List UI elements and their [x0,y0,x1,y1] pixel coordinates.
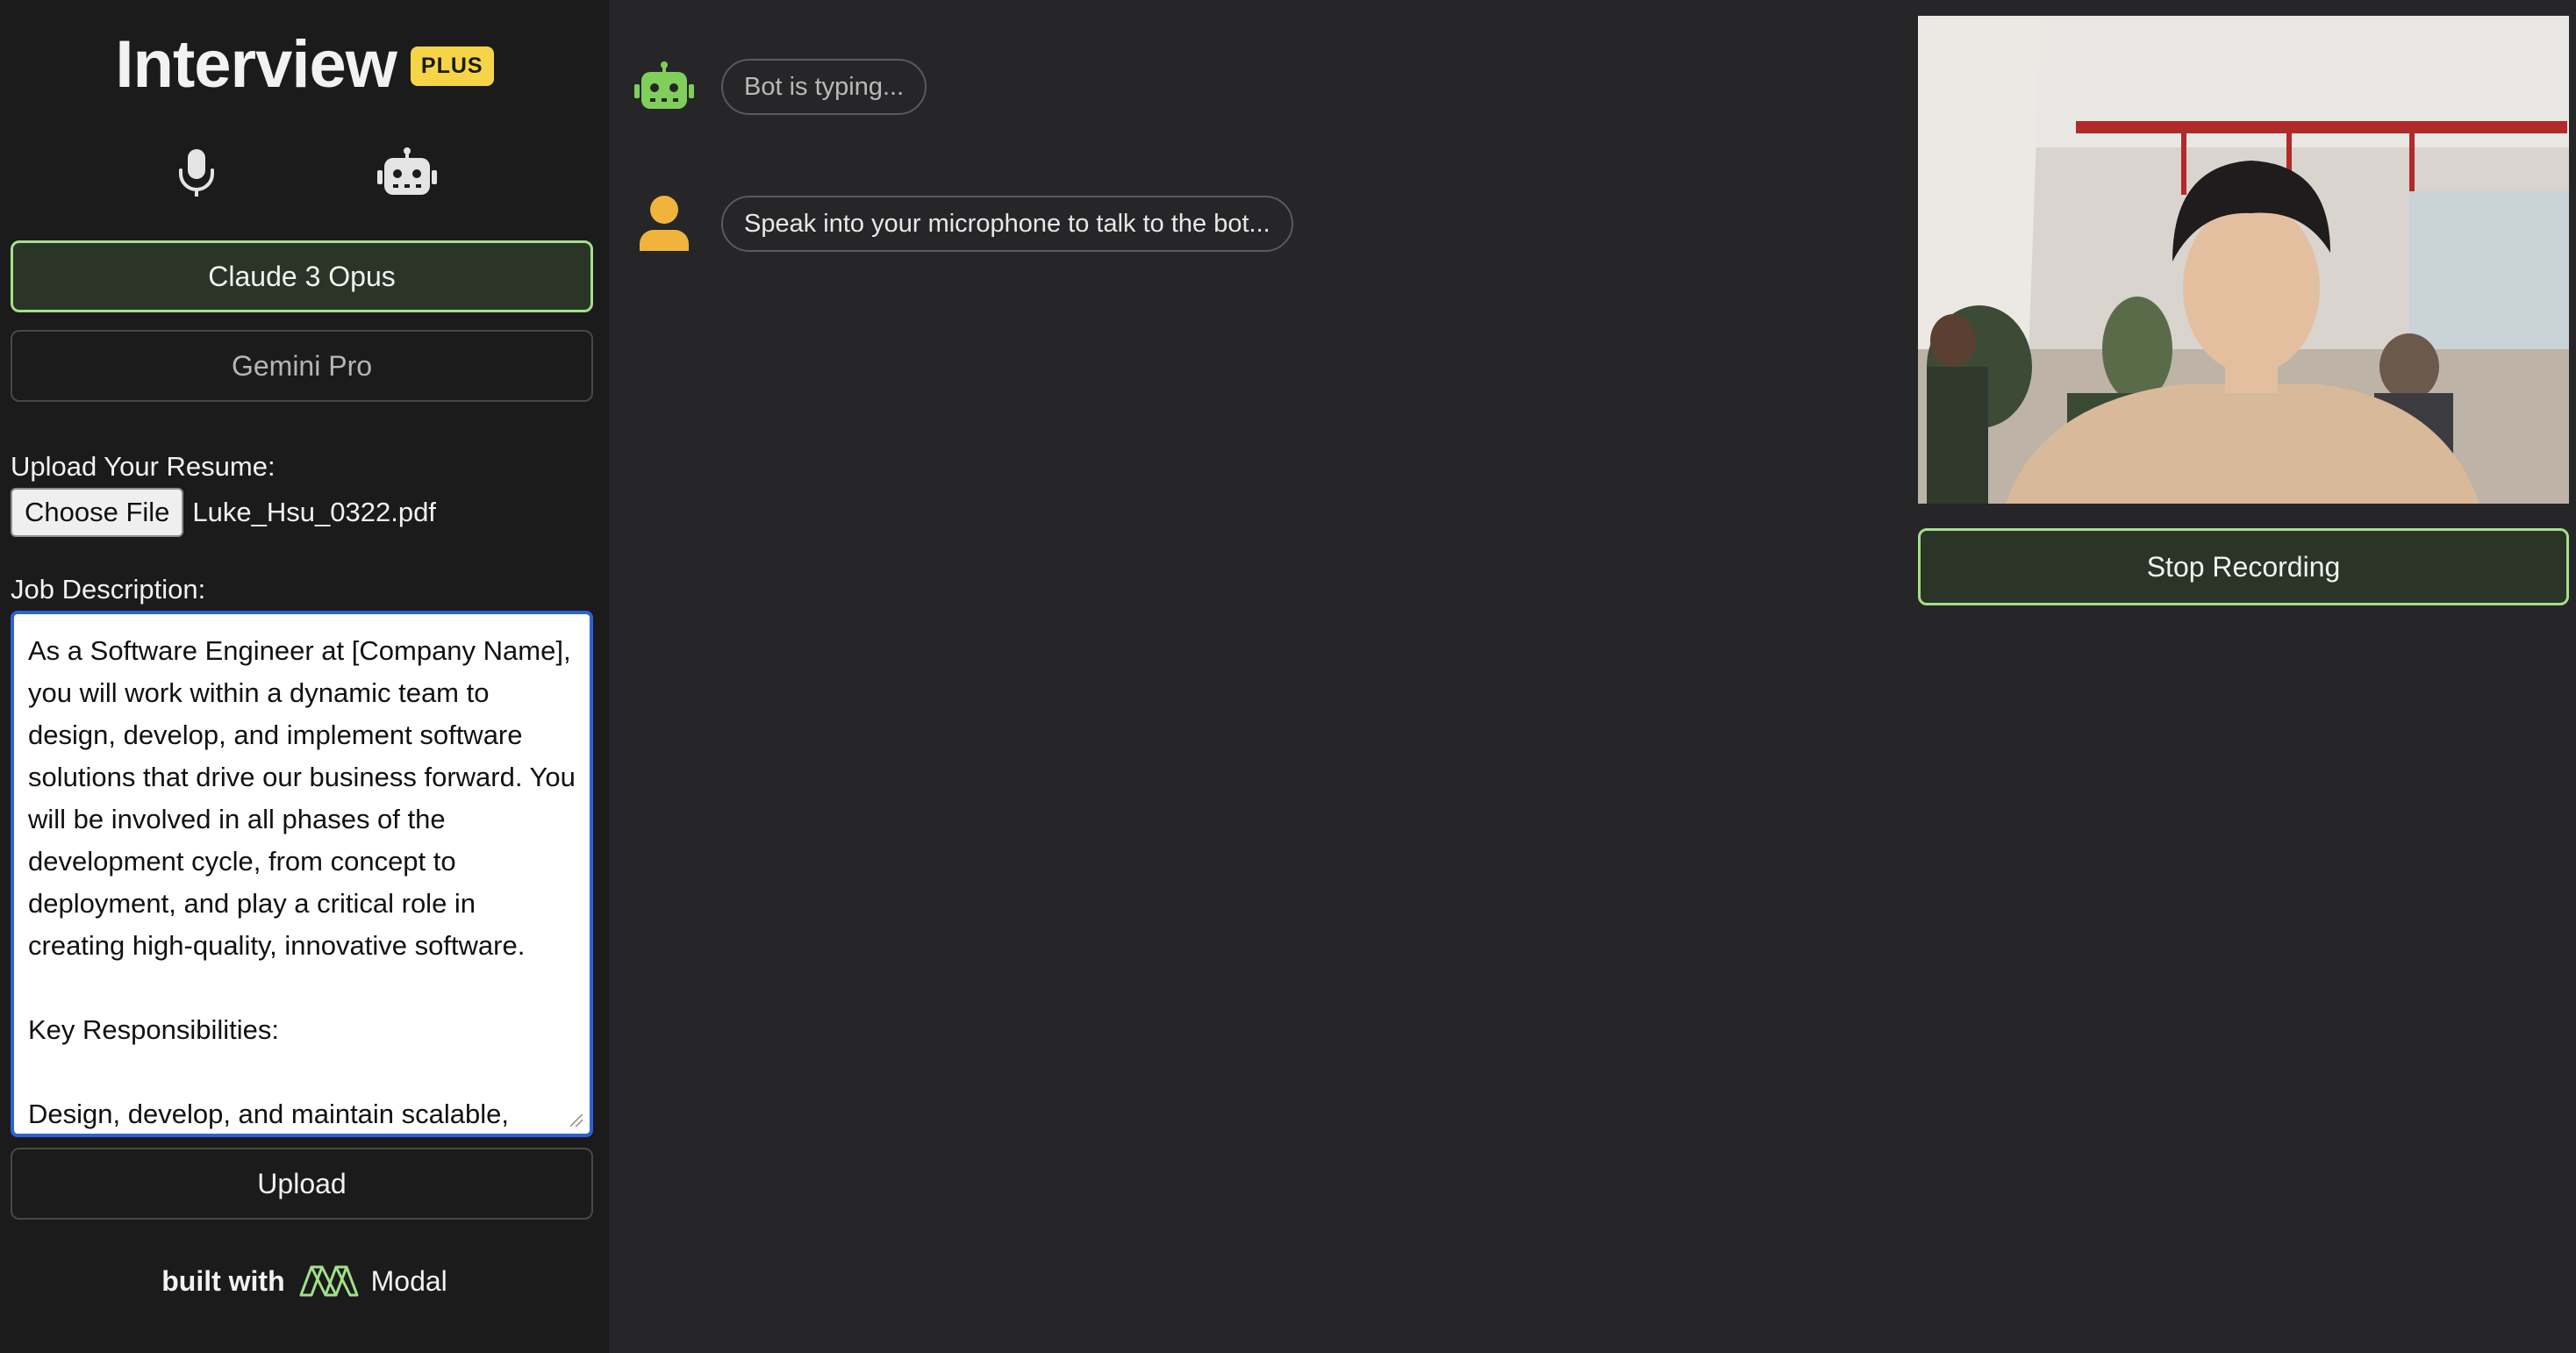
app-window: Interview PLUS Claude 3 Opus Gemini Pro … [0,0,2576,1353]
job-description-text: As a Software Engineer at [Company Name]… [28,635,576,1129]
resume-upload-label: Upload Your Resume: [11,451,275,482]
job-description-textarea[interactable]: As a Software Engineer at [Company Name]… [11,611,593,1137]
user-message-bubble: Speak into your microphone to talk to th… [721,196,1293,252]
built-with-text: built with [161,1264,285,1297]
bot-message-row: Bot is typing... [632,58,927,116]
modal-logo-icon [299,1265,359,1297]
plus-badge: PLUS [410,47,494,86]
footer: built with Modal [0,1264,609,1299]
app-title: Interview [115,27,397,102]
user-avatar-icon [632,195,697,253]
microphone-icon[interactable] [175,147,218,198]
resize-handle[interactable] [570,1114,583,1127]
job-description-label: Job Description: [11,574,206,605]
model-option-claude[interactable]: Claude 3 Opus [11,240,593,312]
app-header: Interview PLUS [0,26,609,103]
model-option-gemini[interactable]: Gemini Pro [11,330,593,402]
webcam-frame-image [1918,16,2569,504]
upload-button[interactable]: Upload [11,1148,593,1220]
choose-file-button[interactable]: Choose File [11,488,184,537]
modal-brand-text: Modal [370,1264,447,1297]
bot-avatar-icon [632,58,697,116]
stop-recording-button[interactable]: Stop Recording [1918,528,2569,605]
webcam-video-preview [1918,16,2569,504]
user-message-row: Speak into your microphone to talk to th… [632,195,1293,253]
resume-file-input: Choose File Luke_Hsu_0322.pdf [11,488,436,537]
robot-icon[interactable] [377,147,437,198]
sidebar: Interview PLUS Claude 3 Opus Gemini Pro … [0,0,609,1353]
bot-message-bubble: Bot is typing... [721,59,927,115]
selected-file-name: Luke_Hsu_0322.pdf [192,497,436,527]
